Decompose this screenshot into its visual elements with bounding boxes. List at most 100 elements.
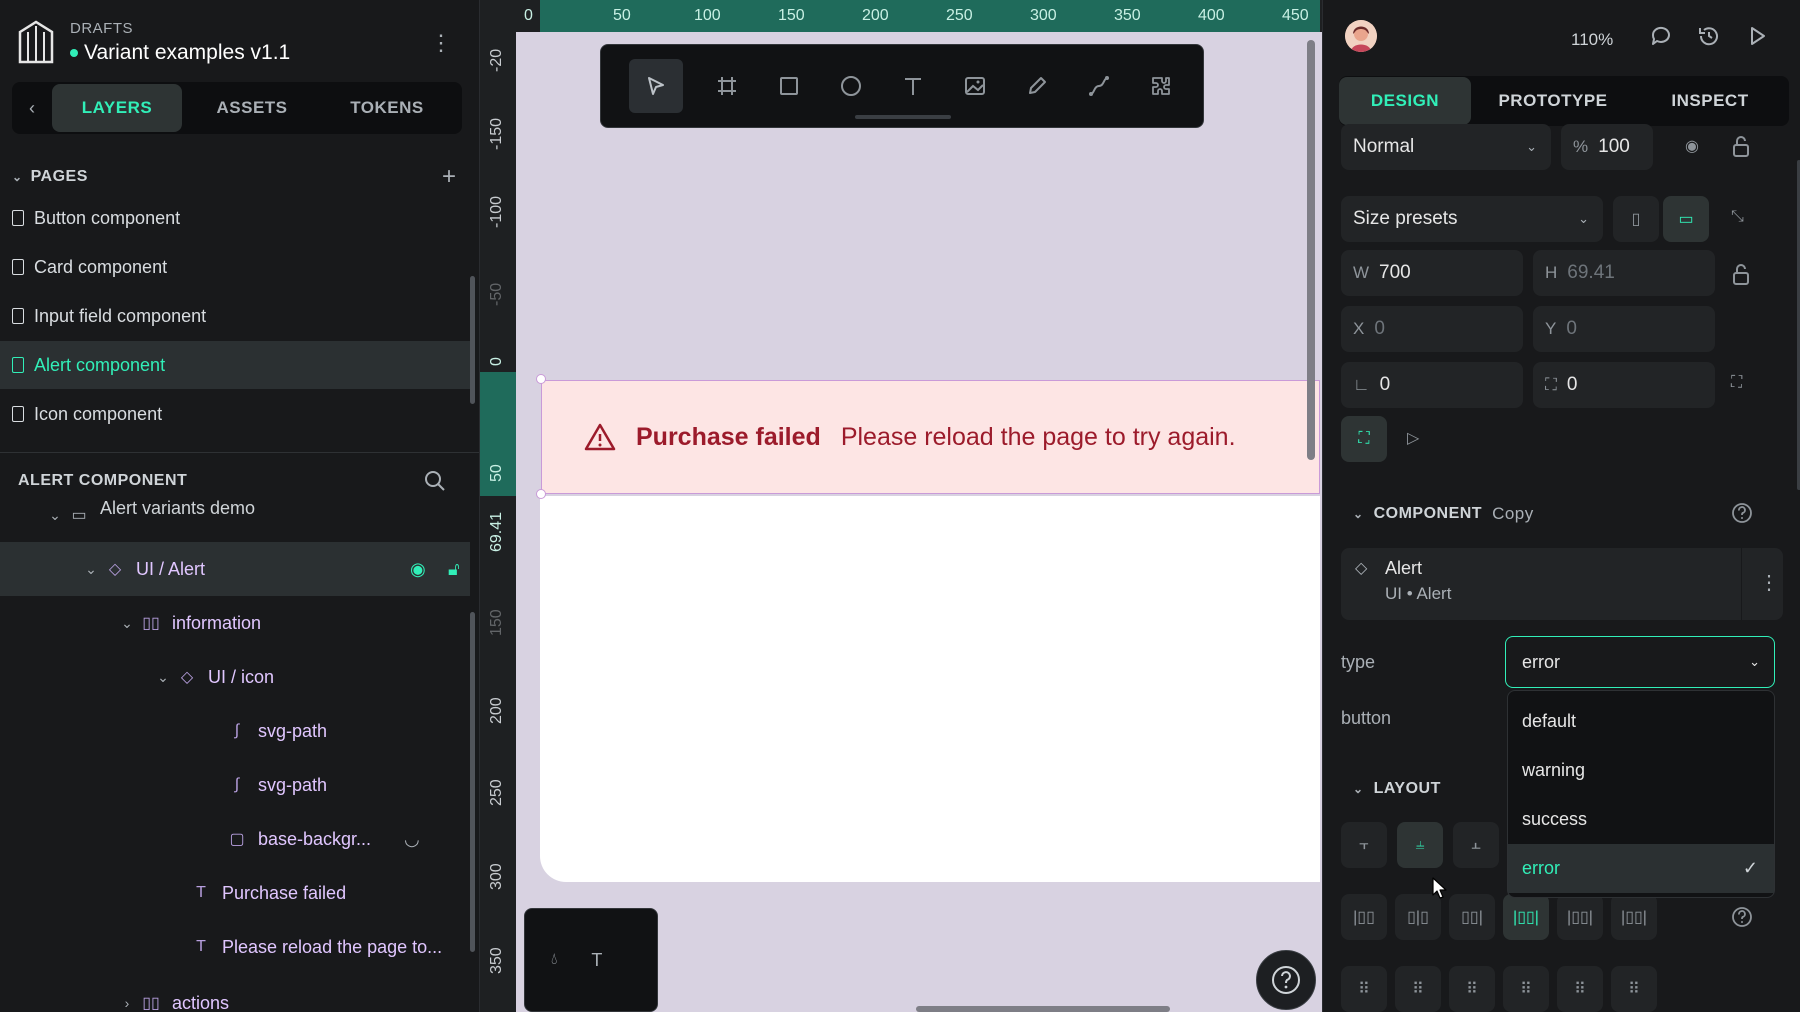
pointer-tool-icon[interactable] <box>629 59 683 113</box>
size-presets-select[interactable]: Size presets ⌄ <box>1341 196 1603 242</box>
align-content-start-icon[interactable]: ⠿ <box>1341 966 1387 1012</box>
layout-section-header[interactable]: ⌄ LAYOUT <box>1353 780 1441 798</box>
portrait-orientation-icon[interactable]: ▯ <box>1613 196 1659 242</box>
radius-input[interactable]: ⛶ 0 <box>1533 362 1715 408</box>
image-tool-icon[interactable] <box>957 68 993 104</box>
justify-end-icon[interactable]: ▯▯| <box>1449 894 1495 940</box>
color-drop-icon[interactable]: 💧︎ <box>551 951 557 969</box>
comments-icon[interactable] <box>1649 24 1673 48</box>
layer-row-ui-alert[interactable]: ⌄ ◇ UI / Alert ◉ 🔓︎ <box>0 542 470 596</box>
artboard-white-area[interactable] <box>540 496 1320 882</box>
align-content-around-icon[interactable]: ⠿ <box>1557 966 1603 1012</box>
back-chevron-icon[interactable]: ‹ <box>12 98 52 119</box>
type-variant-select[interactable]: error ⌄ <box>1505 636 1775 688</box>
play-icon[interactable] <box>1745 24 1769 48</box>
tab-layers[interactable]: LAYERS <box>52 84 182 132</box>
layer-row[interactable]: ⌄ ▭ Alert variants demo <box>0 500 470 530</box>
avatar[interactable] <box>1345 20 1377 52</box>
alert-component[interactable]: Purchase failed Please reload the page t… <box>541 380 1320 494</box>
add-page-icon[interactable]: + <box>442 163 457 191</box>
layer-row-please-reload[interactable]: T Please reload the page to... <box>0 920 470 974</box>
align-center-icon[interactable]: ⫨ <box>1397 822 1443 868</box>
show-in-view-mode-icon[interactable]: ▷ <box>1407 428 1419 448</box>
justify-space-evenly-icon[interactable]: |▯▯| <box>1611 894 1657 940</box>
unlock-icon[interactable] <box>1731 134 1751 158</box>
proportion-lock-icon[interactable] <box>1731 262 1751 286</box>
project-title[interactable]: Variant examples v1.1 <box>70 41 290 65</box>
canvas-vertical-scrollbar[interactable] <box>1307 40 1315 460</box>
component-card[interactable]: ◇ Alert UI • Alert ⋮ <box>1341 548 1783 620</box>
path-tool-icon[interactable] <box>1081 68 1117 104</box>
layer-row-information[interactable]: ⌄ ▯▯ information <box>0 596 470 650</box>
tab-design[interactable]: DESIGN <box>1339 77 1471 125</box>
ellipse-tool-icon[interactable] <box>833 68 869 104</box>
page-item-input-field[interactable]: Input field component <box>0 292 470 340</box>
canvas[interactable]: 0 50 100 150 200 250 300 350 400 450 -20… <box>480 0 1322 1012</box>
align-start-icon[interactable]: ⫟ <box>1341 822 1387 868</box>
layers-scrollbar[interactable] <box>470 612 475 952</box>
rotation-input[interactable]: ∟ 0 <box>1341 362 1523 408</box>
rectangle-tool-icon[interactable] <box>771 68 807 104</box>
eye-icon[interactable]: ◉ <box>1685 136 1699 156</box>
align-content-end-icon[interactable]: ⠿ <box>1449 966 1495 1012</box>
board-tool-icon[interactable] <box>709 68 745 104</box>
pencil-tool-icon[interactable] <box>1019 68 1055 104</box>
dropdown-option-default[interactable]: default <box>1508 697 1774 746</box>
justify-space-between-icon[interactable]: |▯▯| <box>1503 894 1549 940</box>
help-icon[interactable] <box>1731 502 1753 524</box>
layer-row-purchase-failed[interactable]: T Purchase failed <box>0 866 470 920</box>
search-icon[interactable] <box>424 470 446 492</box>
plugins-tool-icon[interactable] <box>1143 68 1179 104</box>
landscape-orientation-icon[interactable]: ▭ <box>1663 196 1709 242</box>
canvas-horizontal-scrollbar[interactable] <box>916 1006 1170 1012</box>
dropdown-option-success[interactable]: success <box>1508 795 1774 844</box>
component-menu-kebab-icon[interactable]: ⋮ <box>1759 570 1779 595</box>
fit-content-icon[interactable]: ⤡ <box>1731 208 1744 226</box>
typography-icon[interactable]: T <box>591 950 602 971</box>
tab-assets[interactable]: ASSETS <box>182 84 322 132</box>
menu-kebab-icon[interactable]: ⋮ <box>430 30 452 56</box>
dropdown-option-warning[interactable]: warning <box>1508 746 1774 795</box>
clip-content-icon[interactable]: ⛶ <box>1341 416 1387 462</box>
blend-mode-select[interactable]: Normal ⌄ <box>1341 124 1551 170</box>
independent-corners-icon[interactable]: ⛶ <box>1731 374 1742 392</box>
align-end-icon[interactable]: ⫠ <box>1453 822 1499 868</box>
pages-header[interactable]: ⌄ PAGES + <box>0 163 470 190</box>
justify-space-around-icon[interactable]: |▯▯| <box>1557 894 1603 940</box>
lock-icon[interactable]: 🔓︎ <box>448 559 460 580</box>
page-item-icon[interactable]: Icon component <box>0 390 470 438</box>
zoom-level[interactable]: 110% <box>1571 30 1613 50</box>
x-input[interactable]: X0 <box>1341 306 1523 352</box>
help-button[interactable] <box>1256 950 1316 1010</box>
layer-row-actions[interactable]: › ▯▯ actions <box>0 976 470 1012</box>
tab-inspect[interactable]: INSPECT <box>1635 77 1785 125</box>
toolbar-drag-handle[interactable] <box>855 115 951 119</box>
history-icon[interactable] <box>1697 24 1721 48</box>
layer-row-ui-icon[interactable]: ⌄ ◇ UI / icon <box>0 650 470 704</box>
selection-handle[interactable] <box>536 489 546 499</box>
text-tool-icon[interactable] <box>895 68 931 104</box>
dropdown-option-error[interactable]: error ✓ <box>1508 844 1774 893</box>
eye-icon[interactable]: ◉ <box>410 559 426 580</box>
justify-start-icon[interactable]: |▯▯ <box>1341 894 1387 940</box>
tab-tokens[interactable]: TOKENS <box>322 84 452 132</box>
y-input[interactable]: Y0 <box>1533 306 1715 352</box>
layer-row-svg-path[interactable]: ∫ svg-path <box>0 758 470 812</box>
align-content-center-icon[interactable]: ⠿ <box>1395 966 1441 1012</box>
align-content-evenly-icon[interactable]: ⠿ <box>1611 966 1657 1012</box>
page-item-card[interactable]: Card component <box>0 243 470 291</box>
page-item-button[interactable]: Button component <box>0 194 470 242</box>
width-input[interactable]: W 700 <box>1341 250 1523 296</box>
align-content-between-icon[interactable]: ⠿ <box>1503 966 1549 1012</box>
hidden-eye-icon[interactable]: ◡ <box>404 829 420 850</box>
layer-row-svg-path[interactable]: ∫ svg-path <box>0 704 470 758</box>
selection-handle[interactable] <box>536 374 546 384</box>
justify-center-icon[interactable]: ▯|▯ <box>1395 894 1441 940</box>
pages-scrollbar[interactable] <box>470 276 475 404</box>
tab-prototype[interactable]: PROTOTYPE <box>1471 77 1635 125</box>
height-input[interactable]: H 69.41 <box>1533 250 1715 296</box>
help-icon[interactable] <box>1731 906 1753 928</box>
component-section-header[interactable]: ⌄ COMPONENT Copy <box>1353 504 1534 524</box>
opacity-input[interactable]: % 100 <box>1561 124 1653 170</box>
layer-row-base-background[interactable]: ▢ base-backgr... ◡ <box>0 812 470 866</box>
